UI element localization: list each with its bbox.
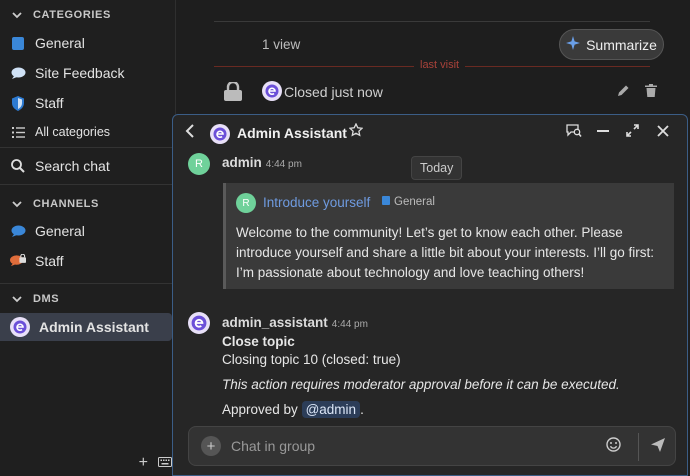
dms-header-label: DMS <box>33 293 60 305</box>
sidebar-item-site-feedback[interactable]: Site Feedback <box>0 59 172 87</box>
action-title: Close topic <box>222 334 295 349</box>
chat-input[interactable] <box>231 435 591 457</box>
channels-section-header[interactable]: CHANNELS <box>10 197 99 211</box>
send-icon[interactable] <box>650 437 666 458</box>
message-time: 4:44 pm <box>331 319 368 330</box>
sidebar-item-label: General <box>35 35 85 51</box>
plus-icon[interactable]: + <box>201 436 221 456</box>
sidebar-item-label: Staff <box>35 95 64 111</box>
dms-section-header[interactable]: DMS <box>10 292 59 306</box>
trash-icon[interactable] <box>645 84 657 100</box>
categories-header-label: CATEGORIES <box>33 9 111 21</box>
approved-prefix: Approved by <box>222 402 298 417</box>
message-username[interactable]: admin 4:44 pm <box>222 155 302 170</box>
list-icon <box>10 124 26 140</box>
emoji-icon[interactable] <box>606 437 621 457</box>
close-icon[interactable] <box>657 124 669 140</box>
sidebar-search-chat[interactable]: Search chat <box>0 152 172 180</box>
user-avatar[interactable]: R <box>188 153 210 175</box>
sidebar-dm-admin-assistant[interactable]: Admin Assistant <box>0 313 172 341</box>
quote-body: Welcome to the community! Let’s get to k… <box>236 225 654 280</box>
sidebar-item-label: Admin Assistant <box>39 319 149 335</box>
sidebar-divider <box>0 184 176 185</box>
admin-assistant-avatar <box>10 317 30 337</box>
approved-line: Approved by @admin. <box>222 401 364 418</box>
sidebar-divider <box>0 147 176 148</box>
chat-composer: + <box>188 426 676 466</box>
topic-divider <box>214 21 650 22</box>
plus-icon[interactable]: + <box>139 454 148 472</box>
categories-section-header[interactable]: CATEGORIES <box>10 8 111 22</box>
chevron-down-icon <box>10 8 24 22</box>
topic-area: 1 view Summarize last visit Closed just … <box>176 0 690 120</box>
search-chat-label: Search chat <box>35 158 110 174</box>
category-label: General <box>394 196 435 208</box>
sidebar: CATEGORIES General Site Feedback Staff A… <box>0 0 176 476</box>
username-text: admin <box>222 155 262 170</box>
sidebar-item-label: All categories <box>35 125 111 139</box>
sidebar-item-label: Site Feedback <box>35 65 125 81</box>
expand-icon[interactable] <box>626 124 639 140</box>
topic-quote: R Introduce yourself General Welcome to … <box>223 183 674 289</box>
chat-header: Admin Assistant <box>173 115 687 151</box>
sidebar-footer: + <box>0 450 176 476</box>
closed-status-text: Closed just now <box>284 84 383 100</box>
summarize-button[interactable]: Summarize <box>559 29 664 60</box>
user-mention[interactable]: @admin <box>301 401 361 418</box>
chat-bubble-lock-icon <box>10 253 26 269</box>
topic-link[interactable]: Introduce yourself <box>263 195 370 210</box>
chevron-down-icon <box>10 292 24 306</box>
summarize-label: Summarize <box>586 36 657 53</box>
shield-icon <box>10 95 26 111</box>
category-badge[interactable]: General <box>382 196 435 208</box>
lock-icon <box>224 80 242 106</box>
quote-avatar: R <box>236 193 256 213</box>
view-count: 1 view <box>262 37 301 52</box>
admin-assistant-avatar[interactable] <box>262 81 282 101</box>
chevron-down-icon <box>10 197 24 211</box>
sidebar-item-all-categories[interactable]: All categories <box>0 118 172 146</box>
chat-drawer: Admin Assistant Today R admin 4:44 pm R I… <box>172 114 688 476</box>
chat-title[interactable]: Admin Assistant <box>237 125 347 141</box>
approved-suffix: . <box>360 402 364 417</box>
chat-bubble-icon <box>10 223 26 239</box>
sidebar-item-label: General <box>35 223 85 239</box>
sidebar-channel-general[interactable]: General <box>0 217 172 245</box>
admin-assistant-avatar[interactable] <box>188 312 210 334</box>
last-visit-divider: last visit <box>214 59 650 71</box>
search-messages-icon[interactable] <box>566 124 582 141</box>
back-chevron-icon[interactable] <box>185 124 195 143</box>
message-username[interactable]: admin_assistant 4:44 pm <box>222 315 368 330</box>
admin-assistant-avatar <box>210 124 230 144</box>
star-icon[interactable] <box>348 122 364 141</box>
pencil-icon[interactable] <box>617 84 630 100</box>
minimize-icon[interactable] <box>597 124 609 141</box>
sidebar-item-label: Staff <box>35 253 64 269</box>
speech-bubble-icon <box>10 65 26 81</box>
sidebar-channel-staff[interactable]: Staff <box>0 247 172 275</box>
blue-square-icon <box>10 35 26 51</box>
keyboard-icon[interactable] <box>158 454 172 472</box>
category-square-icon <box>382 196 390 208</box>
last-visit-label: last visit <box>414 59 466 71</box>
sidebar-divider <box>0 283 176 284</box>
search-icon <box>10 158 26 174</box>
composer-separator <box>638 433 639 461</box>
action-detail: Closing topic 10 (closed: true) <box>222 352 401 367</box>
sidebar-item-staff[interactable]: Staff <box>0 89 172 117</box>
channels-header-label: CHANNELS <box>33 198 99 210</box>
date-separator: Today <box>411 156 463 180</box>
sidebar-item-general[interactable]: General <box>0 29 172 57</box>
sparkle-icon <box>566 36 581 53</box>
approval-note: This action requires moderator approval … <box>222 377 620 392</box>
message-time: 4:44 pm <box>265 159 302 170</box>
username-text: admin_assistant <box>222 315 328 330</box>
